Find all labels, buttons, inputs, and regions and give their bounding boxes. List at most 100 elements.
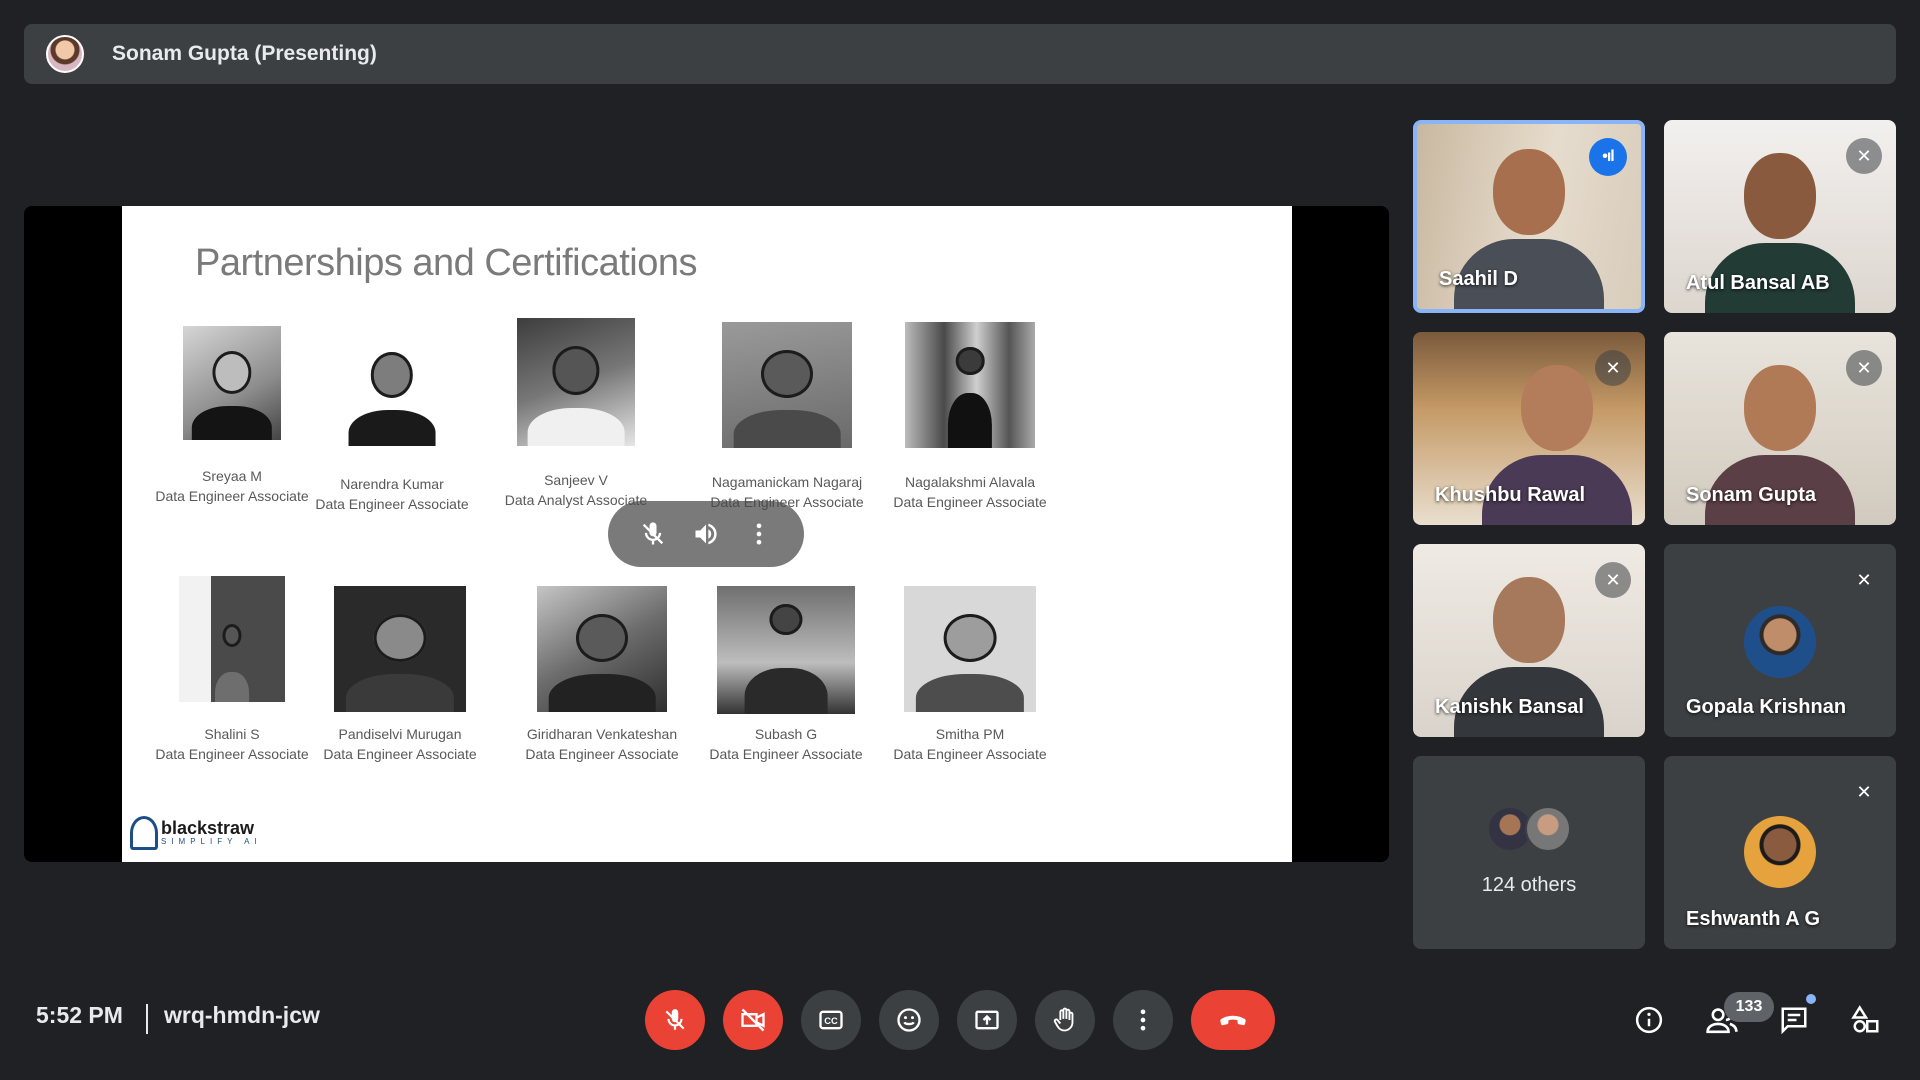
mic-off-icon: ✕ <box>1846 562 1882 598</box>
presenter-avatar <box>46 35 84 73</box>
mic-toggle-button[interactable] <box>645 990 705 1050</box>
person-role: Data Engineer Associate <box>315 496 469 512</box>
participant-tile[interactable]: ✕ Atul Bansal AB <box>1664 120 1896 313</box>
reactions-button[interactable] <box>879 990 939 1050</box>
person-name: Sanjeev V <box>544 472 608 488</box>
info-icon <box>1635 1006 1663 1034</box>
present-now-button[interactable] <box>957 990 1017 1050</box>
slide-person-card: Sanjeev V Data Analyst Associate <box>476 318 676 510</box>
person-photo <box>183 326 281 440</box>
participant-name: Atul Bansal AB <box>1686 272 1830 294</box>
meeting-clock: 5:52 PM <box>36 1002 123 1028</box>
person-photo <box>517 318 635 446</box>
more-vert-icon[interactable] <box>741 516 777 552</box>
activities-button[interactable] <box>1846 1000 1886 1040</box>
camera-off-icon <box>741 1008 765 1032</box>
person-name: Nagamanickam Nagaraj <box>711 474 863 490</box>
others-tile[interactable]: 124 others <box>1413 756 1645 949</box>
person-photo <box>904 586 1036 712</box>
slide-person-card: Smitha PM Data Engineer Associate <box>870 586 1070 764</box>
mic-off-icon: ✕ <box>1846 774 1882 810</box>
logo-mark <box>130 816 158 850</box>
participant-count-badge: 133 <box>1724 992 1774 1022</box>
participant-name: Saahil D <box>1439 268 1518 290</box>
participant-name: Khushbu Rawal <box>1435 484 1586 506</box>
mic-off-icon <box>665 1009 685 1030</box>
present-screen-icon <box>975 1010 999 1030</box>
raise-hand-button[interactable] <box>1035 990 1095 1050</box>
activities-icon <box>1851 1005 1879 1033</box>
closed-captions-icon: CC <box>819 1010 843 1030</box>
slide-person-card: Subash G Data Engineer Associate <box>686 586 886 764</box>
presenter-bar[interactable]: Sonam Gupta (Presenting) <box>24 24 1896 84</box>
participant-tile[interactable]: ✕ Gopala Krishnan <box>1664 544 1896 737</box>
person-role: Data Engineer Associate <box>893 746 1047 762</box>
person-photo <box>722 322 852 448</box>
meeting-code: wrq-hmdn-jcw <box>164 1002 320 1028</box>
meeting-details-button[interactable] <box>1629 1000 1669 1040</box>
person-photo <box>905 322 1035 448</box>
person-role: Data Engineer Associate <box>709 746 863 762</box>
emoji-icon <box>897 1008 921 1032</box>
svg-text:CC: CC <box>824 1016 838 1026</box>
company-logo: blackstraw SIMPLIFY AI <box>130 816 262 850</box>
person-photo <box>537 586 667 712</box>
more-options-button[interactable] <box>1113 990 1173 1050</box>
bottom-control-bar: 5:52 PM wrq-hmdn-jcw CC <box>0 980 1920 1060</box>
hang-up-icon <box>1220 1015 1246 1026</box>
person-photo <box>179 576 285 702</box>
participant-avatar <box>1744 816 1816 888</box>
participant-name: Gopala Krishnan <box>1686 696 1847 718</box>
person-photo <box>334 586 466 712</box>
participant-name: Sonam Gupta <box>1686 484 1817 506</box>
separator <box>146 1004 148 1034</box>
participant-tile[interactable]: •ıl Saahil D <box>1413 120 1645 313</box>
person-name: Smitha PM <box>935 726 1005 742</box>
person-photo <box>717 586 855 714</box>
person-name: Narendra Kumar <box>340 476 444 492</box>
participant-name: Kanishk Bansal <box>1435 696 1584 718</box>
person-name: Giridharan Venkateshan <box>526 726 678 742</box>
speaking-indicator-icon: •ıl <box>1589 138 1627 176</box>
logo-sub-text: SIMPLIFY AI <box>161 837 262 846</box>
mic-off-icon: ✕ <box>1595 350 1631 386</box>
hand-icon <box>1053 1007 1074 1032</box>
captions-button[interactable]: CC <box>801 990 861 1050</box>
slide-person-card: Pandiselvi Murugan Data Engineer Associa… <box>300 586 500 764</box>
participant-tile[interactable]: ✕ Sonam Gupta <box>1664 332 1896 525</box>
participant-tile[interactable]: ✕ Kanishk Bansal <box>1413 544 1645 737</box>
participant-tile[interactable]: ✕ Khushbu Rawal <box>1413 332 1645 525</box>
camera-toggle-button[interactable] <box>723 990 783 1050</box>
chat-button[interactable] <box>1774 1000 1814 1040</box>
others-count-label: 124 others <box>1481 874 1577 896</box>
mic-off-icon: ✕ <box>1846 138 1882 174</box>
presentation-stage[interactable]: Partnerships and Certifications Sreyaa M… <box>24 206 1389 862</box>
chat-notification-dot <box>1806 994 1816 1004</box>
mic-off-icon: ✕ <box>1846 350 1882 386</box>
mic-off-icon: ✕ <box>1595 562 1631 598</box>
more-vert-icon <box>1140 1009 1146 1031</box>
presentation-overlay-controls <box>608 501 804 567</box>
person-name: Subash G <box>754 726 818 742</box>
logo-main-text: blackstraw <box>161 818 255 838</box>
person-photo <box>339 326 445 446</box>
chat-icon <box>1781 1007 1807 1035</box>
leave-call-button[interactable] <box>1191 990 1275 1050</box>
slide-person-card: Narendra Kumar Data Engineer Associate <box>292 326 492 514</box>
slide-title: Partnerships and Certifications <box>195 242 697 284</box>
slide-person-card: Giridharan Venkateshan Data Engineer Ass… <box>502 586 702 764</box>
others-avatars <box>1487 806 1571 852</box>
person-name: Pandiselvi Murugan <box>338 726 462 742</box>
slide-person-card: Nagalakshmi Alavala Data Engineer Associ… <box>870 322 1070 512</box>
person-role: Data Engineer Associate <box>893 494 1047 510</box>
person-role: Data Engineer Associate <box>525 746 679 762</box>
participant-name: Eshwanth A G <box>1686 908 1821 930</box>
mic-off-icon[interactable] <box>635 516 671 552</box>
person-role: Data Engineer Associate <box>323 746 477 762</box>
participant-avatar <box>1744 606 1816 678</box>
person-name: Nagalakshmi Alavala <box>905 474 1035 490</box>
slide-person-card: Nagamanickam Nagaraj Data Engineer Assoc… <box>687 322 887 512</box>
presenter-label: Sonam Gupta (Presenting) <box>112 42 377 65</box>
volume-icon[interactable] <box>688 516 724 552</box>
participant-tile[interactable]: ✕ Eshwanth A G <box>1664 756 1896 949</box>
